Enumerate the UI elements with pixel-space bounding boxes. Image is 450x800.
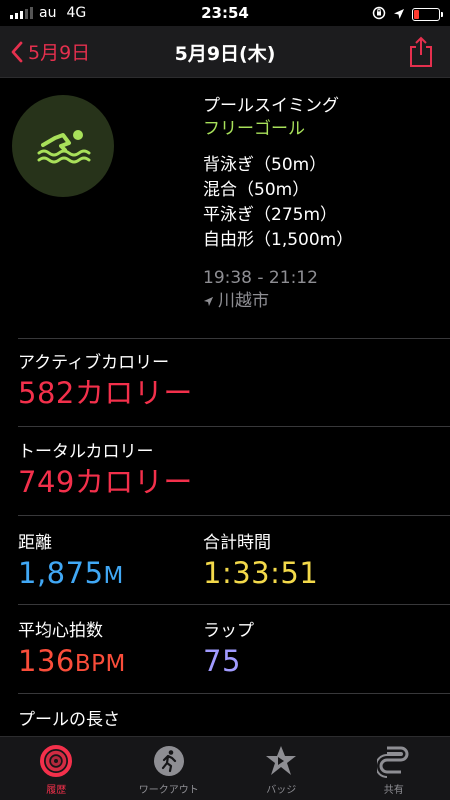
tab-label: バッジ — [266, 785, 297, 796]
navigation-bar: 5月9日 5月9日(木) — [0, 26, 450, 78]
tab-label: 履歴 — [46, 785, 67, 796]
workout-summary: プールスイミング フリーゴール 背泳ぎ（50m） 混合（50m） 平泳ぎ（275… — [203, 95, 353, 313]
distance-value: 1,875 — [18, 556, 104, 590]
total-calories-metric: トータルカロリー 749カロリー — [18, 441, 193, 501]
award-star-icon — [266, 746, 297, 775]
divider — [18, 426, 450, 427]
metric-value: 749カロリー — [18, 465, 193, 499]
workout-goal: フリーゴール — [203, 119, 305, 139]
heart-rate-value: 136 — [18, 644, 75, 678]
workout-type: プールスイミング — [203, 96, 339, 116]
tab-label: 共有 — [383, 785, 404, 796]
location-label: 川越市 — [218, 291, 269, 311]
tab-label: ワークアウト — [138, 785, 199, 796]
metric-label: ラップ — [203, 621, 254, 641]
workout-time-range: 19:38 - 21:12 — [203, 268, 318, 288]
divider — [18, 515, 450, 516]
workout-icon-badge — [12, 95, 114, 197]
metric-label: 距離 — [18, 533, 52, 553]
runner-icon — [153, 746, 184, 776]
metric-label: アクティブカロリー — [18, 353, 170, 373]
heart-rate-metric: 平均心拍数 136BPM — [18, 620, 126, 683]
sharing-icon — [376, 746, 409, 778]
metric-value: 1,875M — [18, 554, 124, 595]
tab-awards[interactable]: バッジ — [225, 737, 338, 800]
laps-metric: ラップ 75 — [203, 620, 254, 680]
swimmer-icon — [37, 130, 91, 164]
metric-value: 582カロリー — [18, 376, 193, 410]
workout-location: 川越市 — [203, 289, 353, 313]
location-arrow-icon — [393, 5, 405, 24]
total-time-metric: 合計時間 1:33:51 — [203, 532, 318, 592]
metric-label: プールの長さ — [18, 710, 120, 730]
metric-label: トータルカロリー — [18, 442, 154, 462]
orientation-lock-icon — [372, 5, 386, 24]
stroke-list: 背泳ぎ（50m） 混合（50m） 平泳ぎ（275m） 自由形（1,500m） — [203, 153, 353, 253]
heart-rate-unit: BPM — [74, 651, 126, 677]
tab-workouts[interactable]: ワークアウト — [113, 737, 226, 800]
metric-label: 平均心拍数 — [18, 621, 103, 641]
tab-bar: 履歴 ワークアウト バッジ 共有 — [0, 736, 450, 800]
distance-unit: M — [103, 563, 124, 589]
activity-rings-icon — [40, 745, 73, 777]
location-arrow-icon — [203, 296, 214, 306]
pool-length-metric: プールの長さ — [18, 709, 120, 731]
divider — [18, 693, 450, 694]
divider — [18, 604, 450, 605]
share-icon — [410, 36, 432, 67]
metric-value: 136BPM — [18, 642, 126, 683]
metric-label: 合計時間 — [203, 533, 271, 553]
stroke-item: 自由形（1,500m） — [203, 230, 354, 250]
stroke-item: 平泳ぎ（275m） — [203, 205, 338, 225]
stroke-item: 混合（50m） — [203, 180, 310, 200]
page-title: 5月9日(木) — [174, 43, 276, 65]
divider — [18, 338, 450, 339]
tab-sharing[interactable]: 共有 — [338, 737, 450, 800]
share-button[interactable] — [408, 36, 434, 72]
distance-metric: 距離 1,875M — [18, 532, 124, 595]
metric-value: 75 — [203, 644, 241, 678]
stroke-item: 背泳ぎ（50m） — [203, 155, 327, 175]
status-bar: au 4G 23:54 — [0, 0, 450, 26]
tab-history[interactable]: 履歴 — [0, 737, 113, 800]
battery-icon — [412, 8, 443, 21]
active-calories-metric: アクティブカロリー 582カロリー — [18, 352, 193, 412]
metric-value: 1:33:51 — [203, 556, 319, 590]
